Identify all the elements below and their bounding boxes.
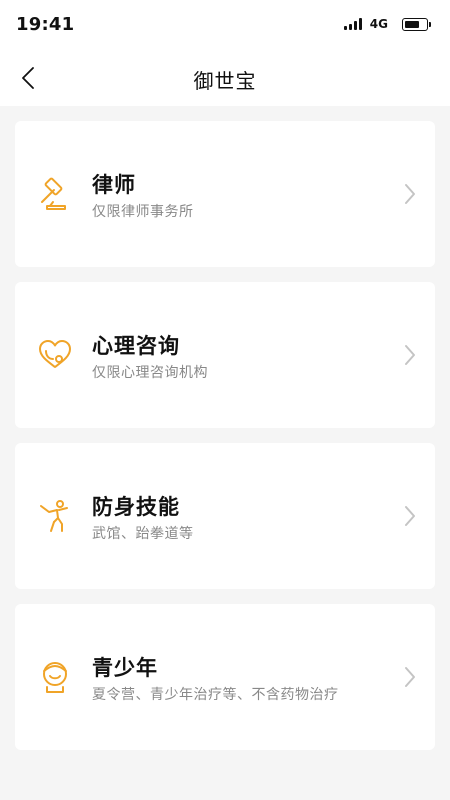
- service-subtitle: 武馆、跆拳道等: [92, 526, 194, 542]
- page-title: 御世宝: [193, 69, 257, 93]
- battery-icon: [402, 17, 431, 31]
- chevron-right-icon: [405, 506, 415, 526]
- status-time: 19:41: [16, 14, 75, 35]
- service-card-self-defense[interactable]: 防身技能 武馆、跆拳道等: [15, 443, 435, 589]
- service-title: 青少年: [92, 656, 158, 680]
- chevron-right-icon: [405, 667, 415, 687]
- service-card-lawyer[interactable]: 律师 仅限律师事务所: [15, 121, 435, 267]
- chevron-right-icon: [405, 345, 415, 365]
- service-subtitle: 夏令营、青少年治疗等、不含药物治疗: [92, 687, 339, 703]
- signal-icon: [343, 18, 362, 30]
- status-bar: 19:41 4G: [0, 0, 450, 50]
- service-subtitle: 仅限律师事务所: [92, 204, 194, 220]
- navigation-bar: 御世宝: [0, 50, 450, 106]
- status-indicators: 4G: [343, 15, 431, 33]
- gavel-icon: [41, 177, 66, 210]
- service-subtitle: 仅限心理咨询机构: [92, 365, 208, 381]
- service-title: 心理咨询: [92, 334, 180, 358]
- chevron-right-icon: [405, 184, 415, 204]
- service-card-youth[interactable]: 青少年 夏令营、青少年治疗等、不含药物治疗: [15, 604, 435, 750]
- service-title: 律师: [92, 173, 136, 197]
- battery-level: [405, 20, 419, 28]
- youth-face-icon: [43, 662, 67, 693]
- martial-arts-kick-icon: [40, 500, 68, 532]
- service-title: 防身技能: [92, 495, 180, 519]
- service-card-psychology[interactable]: 心理咨询 仅限心理咨询机构: [15, 282, 435, 428]
- heart-stethoscope-icon: [39, 340, 71, 368]
- network-type: 4G: [369, 17, 388, 31]
